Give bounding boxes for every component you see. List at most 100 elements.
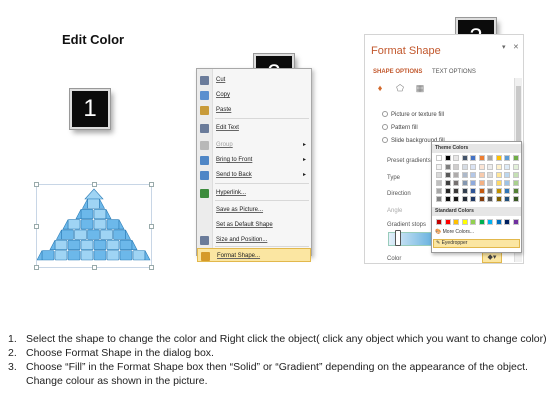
theme-shade-swatch[interactable] xyxy=(512,196,519,202)
menu-item-copy[interactable]: Copy xyxy=(197,88,311,102)
theme-shade-swatch[interactable] xyxy=(453,188,459,194)
resize-handle[interactable] xyxy=(149,182,154,187)
resize-handle[interactable] xyxy=(34,224,39,229)
standard-color-swatch[interactable] xyxy=(478,219,485,225)
theme-color-swatch[interactable] xyxy=(512,155,519,161)
theme-shade-swatch[interactable] xyxy=(487,188,493,194)
standard-color-swatch[interactable] xyxy=(512,219,519,225)
theme-shade-swatch[interactable] xyxy=(504,188,510,194)
menu-item-hyperlink[interactable]: Hyperlink... xyxy=(197,186,311,200)
theme-shade-swatch[interactable] xyxy=(461,172,468,178)
eyedropper-option[interactable]: ✎ Eyedropper xyxy=(433,239,520,248)
tab-shape-options[interactable]: SHAPE OPTIONS xyxy=(373,69,422,75)
standard-color-swatch[interactable] xyxy=(444,219,451,225)
theme-color-swatch[interactable] xyxy=(495,155,502,161)
theme-shade-swatch[interactable] xyxy=(470,188,476,194)
fill-line-icon[interactable]: ♦ xyxy=(375,83,385,93)
theme-color-swatch[interactable] xyxy=(436,155,442,161)
theme-shade-swatch[interactable] xyxy=(470,196,476,202)
theme-color-swatch[interactable] xyxy=(461,155,468,161)
theme-shade-swatch[interactable] xyxy=(478,180,485,186)
standard-color-swatch[interactable] xyxy=(436,219,442,225)
theme-shade-swatch[interactable] xyxy=(504,196,510,202)
tab-text-options[interactable]: TEXT OPTIONS xyxy=(432,69,476,75)
menu-item-size-and-position[interactable]: Size and Position... xyxy=(197,233,311,247)
theme-shade-swatch[interactable] xyxy=(478,172,485,178)
theme-shade-swatch[interactable] xyxy=(512,172,519,178)
theme-shade-swatch[interactable] xyxy=(470,172,476,178)
theme-shade-swatch[interactable] xyxy=(444,180,451,186)
resize-handle[interactable] xyxy=(92,265,97,270)
menu-item-cut[interactable]: Cut xyxy=(197,73,311,87)
close-icon[interactable]: ✕ xyxy=(513,43,519,51)
standard-color-swatch[interactable] xyxy=(453,219,459,225)
theme-shade-swatch[interactable] xyxy=(495,164,502,170)
theme-shade-swatch[interactable] xyxy=(487,172,493,178)
theme-shade-swatch[interactable] xyxy=(495,196,502,202)
gradient-stop-handle[interactable] xyxy=(395,230,401,246)
theme-shade-swatch[interactable] xyxy=(487,196,493,202)
theme-shade-swatch[interactable] xyxy=(504,164,510,170)
theme-shade-swatch[interactable] xyxy=(512,180,519,186)
theme-shade-swatch[interactable] xyxy=(453,196,459,202)
theme-shade-swatch[interactable] xyxy=(512,164,519,170)
theme-shade-swatch[interactable] xyxy=(444,188,451,194)
theme-shade-swatch[interactable] xyxy=(512,188,519,194)
more-colors-option[interactable]: 🎨 More Colors... xyxy=(435,229,474,235)
menu-item-set-as-default-shape[interactable]: Set as Default Shape xyxy=(197,218,311,232)
radio-pattern-fill[interactable]: Pattern fill xyxy=(382,124,418,131)
theme-shade-swatch[interactable] xyxy=(504,180,510,186)
theme-shade-swatch[interactable] xyxy=(495,188,502,194)
theme-shade-swatch[interactable] xyxy=(461,180,468,186)
theme-color-swatch[interactable] xyxy=(444,155,451,161)
theme-shade-swatch[interactable] xyxy=(478,188,485,194)
resize-handle[interactable] xyxy=(149,224,154,229)
theme-shade-swatch[interactable] xyxy=(444,164,451,170)
theme-shade-swatch[interactable] xyxy=(444,172,451,178)
effects-icon[interactable]: ⬠ xyxy=(395,83,405,93)
resize-handle[interactable] xyxy=(34,182,39,187)
resize-handle[interactable] xyxy=(149,265,154,270)
theme-shade-swatch[interactable] xyxy=(461,164,468,170)
size-properties-icon[interactable]: ▦ xyxy=(415,83,425,93)
standard-color-swatch[interactable] xyxy=(487,219,493,225)
theme-shade-swatch[interactable] xyxy=(436,180,442,186)
theme-shade-swatch[interactable] xyxy=(436,172,442,178)
standard-color-swatch[interactable] xyxy=(470,219,476,225)
theme-shade-swatch[interactable] xyxy=(436,196,442,202)
theme-shade-swatch[interactable] xyxy=(478,196,485,202)
theme-color-swatch[interactable] xyxy=(487,155,493,161)
theme-color-swatch[interactable] xyxy=(478,155,485,161)
theme-color-swatch[interactable] xyxy=(470,155,476,161)
theme-shade-swatch[interactable] xyxy=(495,172,502,178)
menu-item-save-as-picture[interactable]: Save as Picture... xyxy=(197,203,311,217)
theme-color-swatch[interactable] xyxy=(453,155,459,161)
selected-pyramid-shape[interactable] xyxy=(34,182,154,270)
theme-shade-swatch[interactable] xyxy=(444,196,451,202)
standard-color-swatch[interactable] xyxy=(461,219,468,225)
standard-color-swatch[interactable] xyxy=(504,219,510,225)
menu-item-edit-text[interactable]: Edit Text xyxy=(197,121,311,135)
menu-item-bring-to-front[interactable]: Bring to Front ▸ xyxy=(197,153,311,167)
theme-shade-swatch[interactable] xyxy=(461,196,468,202)
theme-shade-swatch[interactable] xyxy=(461,188,468,194)
theme-shade-swatch[interactable] xyxy=(504,172,510,178)
standard-color-swatch[interactable] xyxy=(495,219,502,225)
resize-handle[interactable] xyxy=(92,182,97,187)
radio-picture-fill[interactable]: Picture or texture fill xyxy=(382,111,444,118)
theme-shade-swatch[interactable] xyxy=(487,180,493,186)
theme-shade-swatch[interactable] xyxy=(436,188,442,194)
theme-shade-swatch[interactable] xyxy=(470,164,476,170)
menu-item-format-shape[interactable]: Format Shape... xyxy=(197,248,311,262)
theme-shade-swatch[interactable] xyxy=(495,180,502,186)
menu-item-send-to-back[interactable]: Send to Back ▸ xyxy=(197,168,311,182)
theme-shade-swatch[interactable] xyxy=(487,164,493,170)
color-dropdown-button[interactable]: ◆▾ xyxy=(482,252,502,263)
theme-shade-swatch[interactable] xyxy=(478,164,485,170)
theme-shade-swatch[interactable] xyxy=(453,164,459,170)
theme-shade-swatch[interactable] xyxy=(436,164,442,170)
theme-shade-swatch[interactable] xyxy=(453,180,459,186)
menu-item-paste[interactable]: Paste xyxy=(197,103,311,117)
theme-color-swatch[interactable] xyxy=(504,155,510,161)
pane-options-icon[interactable]: ▾ xyxy=(502,43,506,51)
